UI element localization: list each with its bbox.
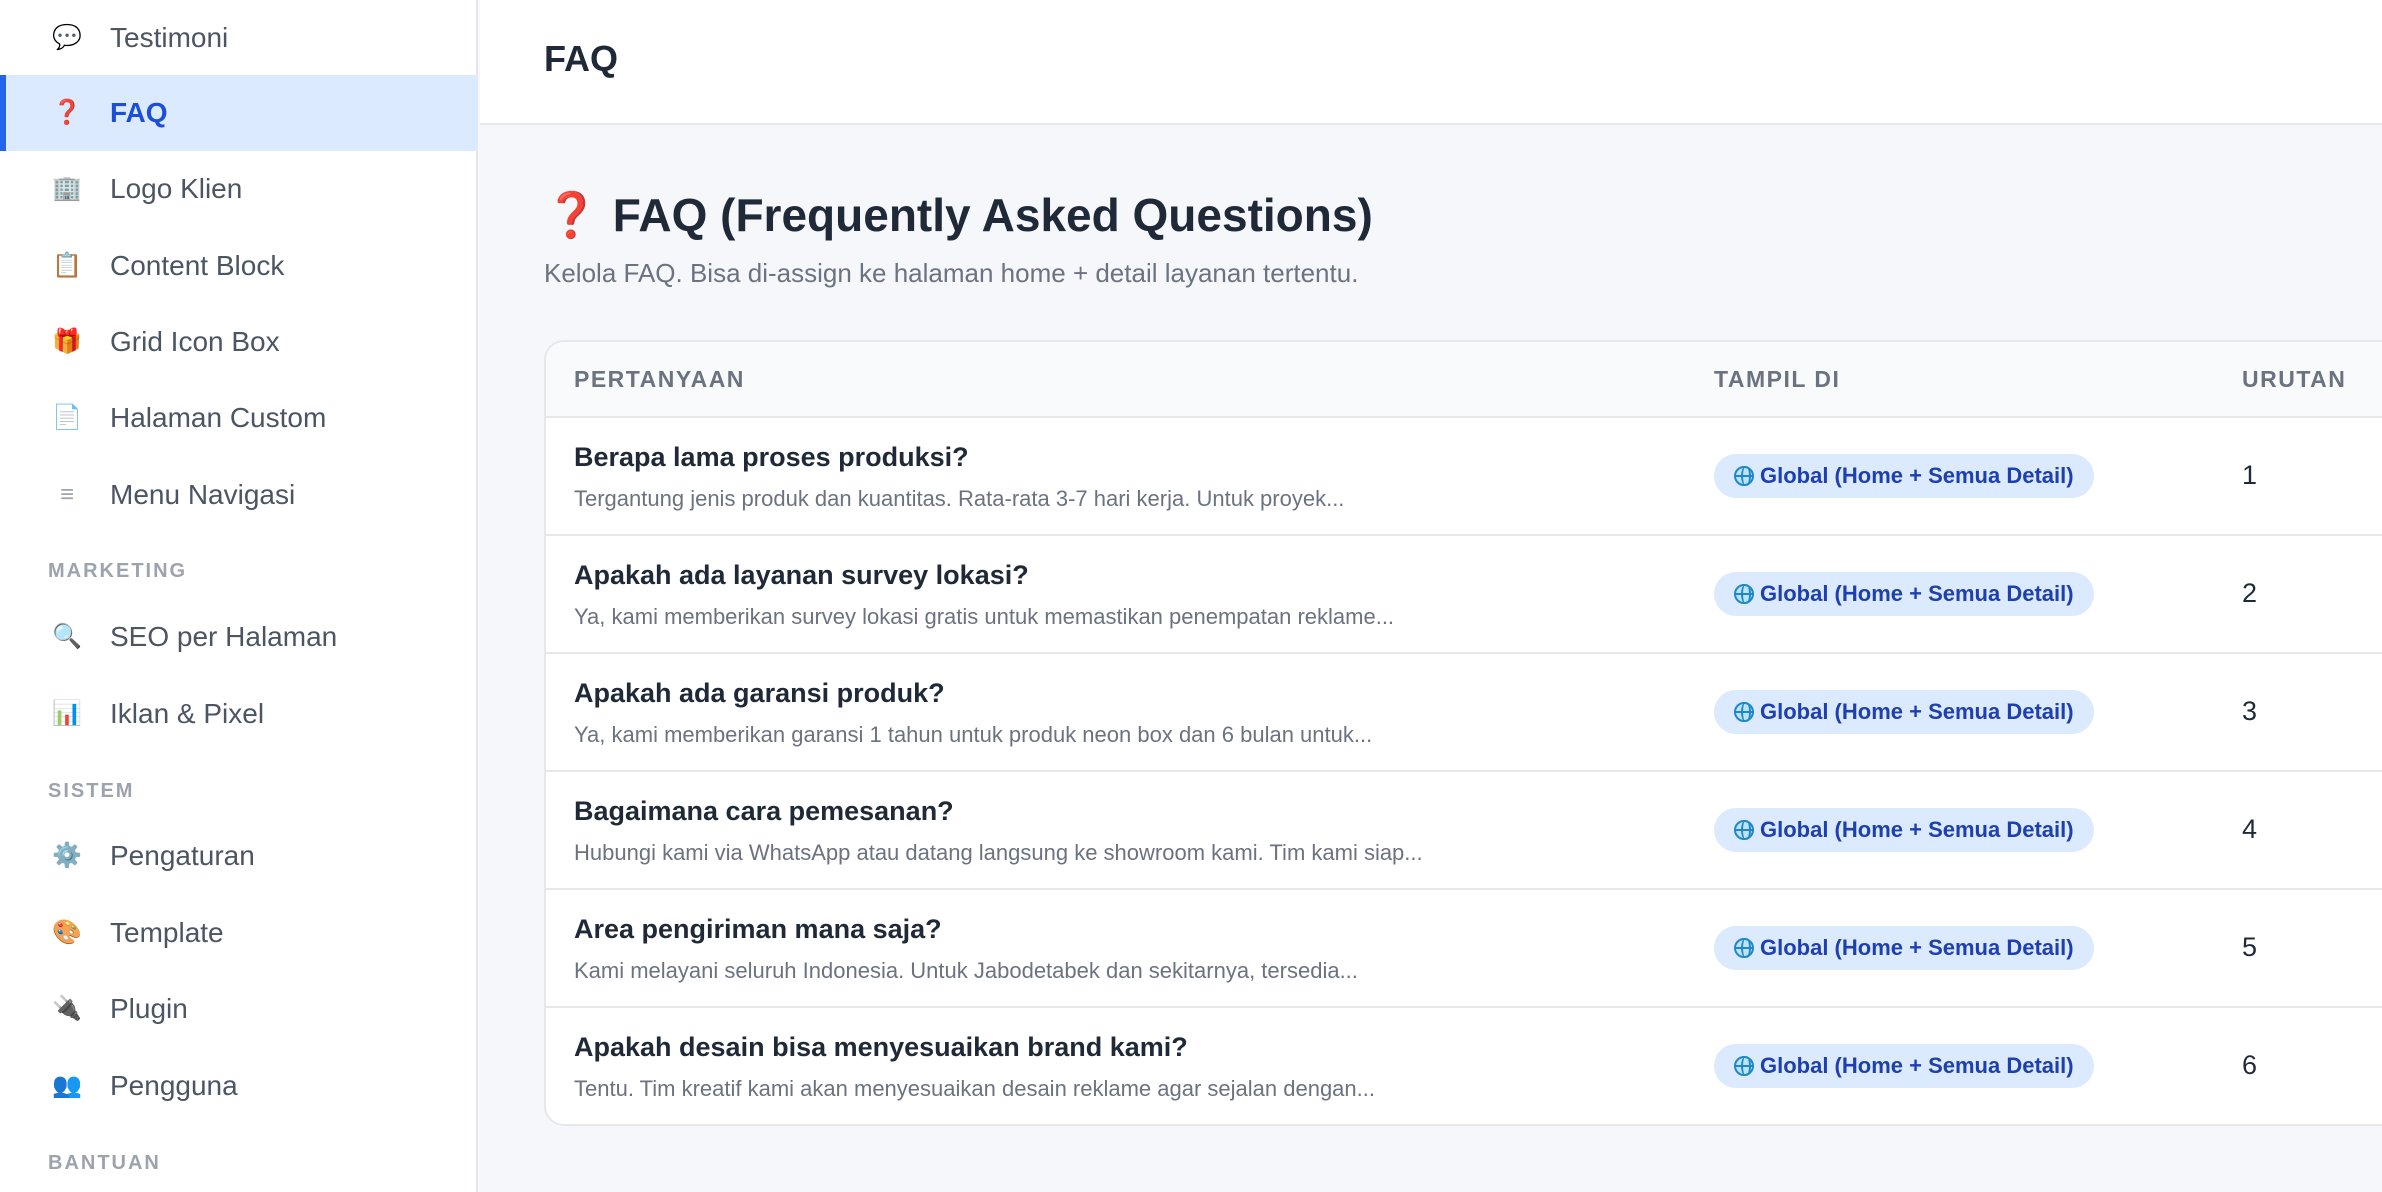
menu-lines-icon: ≡ <box>59 481 74 508</box>
order-value: 3 <box>2242 696 2258 726</box>
scope-badge-label: Global (Home + Semua Detail) <box>1760 463 2074 488</box>
scope-badge-label: Global (Home + Semua Detail) <box>1760 699 2074 724</box>
globe-icon <box>1734 820 1754 840</box>
table-row[interactable]: Area pengiriman mana saja? Kami melayani… <box>546 890 2382 1008</box>
top-bar: FAQ <box>480 0 2382 125</box>
order-value: 2 <box>2242 578 2258 608</box>
sidebar-item-pengguna[interactable]: 👥 Pengguna <box>0 1048 478 1124</box>
bar-chart-icon: 📊 <box>52 700 82 727</box>
faq-answer-preview: Tentu. Tim kreatif kami akan menyesuaika… <box>574 1076 1375 1101</box>
faq-answer-preview: Ya, kami memberikan survey lokasi gratis… <box>574 604 1395 629</box>
sidebar-item-label: Template <box>110 917 224 948</box>
table-header: PERTANYAAN TAMPIL DI URUTAN <box>546 342 2382 418</box>
faq-answer-preview: Kami melayani seluruh Indonesia. Untuk J… <box>574 958 1358 983</box>
order-value: 1 <box>2242 460 2258 490</box>
sidebar-item-content-block[interactable]: 📋 Content Block <box>0 228 478 304</box>
sidebar-item-template[interactable]: 🎨 Template <box>0 895 478 971</box>
page-title: ❓ FAQ (Frequently Asked Questions) <box>544 188 1373 242</box>
table-row[interactable]: Bagaimana cara pemesanan? Hubungi kami v… <box>546 772 2382 890</box>
sidebar-item-pengaturan[interactable]: ⚙️ Pengaturan <box>0 818 478 894</box>
faq-answer-preview: Ya, kami memberikan garansi 1 tahun untu… <box>574 722 1373 747</box>
table-row[interactable]: Apakah ada garansi produk? Ya, kami memb… <box>546 654 2382 772</box>
column-header-tampil-di[interactable]: TAMPIL DI <box>1714 366 1840 393</box>
page-title-text: FAQ (Frequently Asked Questions) <box>612 189 1373 241</box>
scope-badge: Global (Home + Semua Detail) <box>1714 926 2094 970</box>
order-value: 5 <box>2242 932 2258 962</box>
sidebar-section-bantuan: BANTUAN <box>48 1152 161 1174</box>
faq-question[interactable]: Bagaimana cara pemesanan? <box>574 796 954 827</box>
sidebar-item-grid-icon-box[interactable]: 🎁 Grid Icon Box <box>0 304 478 380</box>
globe-icon <box>1734 584 1754 604</box>
sidebar-item-label: Content Block <box>110 250 285 281</box>
sidebar-item-iklan-pixel[interactable]: 📊 Iklan & Pixel <box>0 676 478 752</box>
sidebar-item-label: SEO per Halaman <box>110 621 338 652</box>
sidebar-item-label: Grid Icon Box <box>110 326 280 357</box>
sidebar-item-testimoni[interactable]: 💬 Testimoni <box>0 0 478 76</box>
column-header-pertanyaan[interactable]: PERTANYAAN <box>574 366 745 393</box>
faq-question[interactable]: Apakah desain bisa menyesuaikan brand ka… <box>574 1032 1188 1063</box>
sidebar-item-label: Pengaturan <box>110 840 255 871</box>
faq-table: PERTANYAAN TAMPIL DI URUTAN Berapa lama … <box>544 340 2382 1126</box>
scope-badge-label: Global (Home + Semua Detail) <box>1760 817 2074 842</box>
page-icon: 📄 <box>52 404 82 431</box>
sidebar-item-label: Pengguna <box>110 1070 238 1101</box>
faq-question[interactable]: Apakah ada garansi produk? <box>574 678 945 709</box>
faq-question[interactable]: Apakah ada layanan survey lokasi? <box>574 560 1029 591</box>
gift-icon: 🎁 <box>52 328 82 355</box>
clipboard-icon: 📋 <box>52 252 82 279</box>
question-mark-icon: ❓ <box>52 99 82 126</box>
magnifier-icon: 🔍 <box>52 623 82 650</box>
table-row[interactable]: Berapa lama proses produksi? Tergantung … <box>546 418 2382 536</box>
users-icon: 👥 <box>52 1072 82 1099</box>
scope-badge: Global (Home + Semua Detail) <box>1714 690 2094 734</box>
column-header-urutan[interactable]: URUTAN <box>2242 366 2346 393</box>
faq-answer-preview: Hubungi kami via WhatsApp atau datang la… <box>574 840 1423 865</box>
table-row[interactable]: Apakah desain bisa menyesuaikan brand ka… <box>546 1008 2382 1124</box>
sidebar-section-sistem: SISTEM <box>48 780 135 802</box>
scope-badge: Global (Home + Semua Detail) <box>1714 572 2094 616</box>
sidebar-item-plugin[interactable]: 🔌 Plugin <box>0 971 478 1047</box>
sidebar: 💬 Testimoni ❓ FAQ 🏢 Logo Klien 📋 Content… <box>0 0 478 1192</box>
order-value: 4 <box>2242 814 2258 844</box>
globe-icon <box>1734 466 1754 486</box>
table-row[interactable]: Apakah ada layanan survey lokasi? Ya, ka… <box>546 536 2382 654</box>
sidebar-item-halaman-custom[interactable]: 📄 Halaman Custom <box>0 380 478 456</box>
page-subtitle: Kelola FAQ. Bisa di-assign ke halaman ho… <box>544 258 1359 288</box>
sidebar-item-label: Menu Navigasi <box>110 479 296 510</box>
header-title: FAQ <box>544 38 619 79</box>
plug-icon: 🔌 <box>52 995 82 1022</box>
scope-badge-label: Global (Home + Semua Detail) <box>1760 581 2074 606</box>
faq-question[interactable]: Berapa lama proses produksi? <box>574 442 969 473</box>
faq-answer-preview: Tergantung jenis produk dan kuantitas. R… <box>574 486 1345 511</box>
globe-icon <box>1734 1056 1754 1076</box>
question-mark-icon: ❓ <box>544 191 599 240</box>
sidebar-item-label: Halaman Custom <box>110 402 327 433</box>
sidebar-item-label: Logo Klien <box>110 173 243 204</box>
sidebar-item-logo-klien[interactable]: 🏢 Logo Klien <box>0 151 478 227</box>
globe-icon <box>1734 702 1754 722</box>
order-value: 6 <box>2242 1050 2258 1080</box>
office-building-icon: 🏢 <box>52 175 82 202</box>
scope-badge: Global (Home + Semua Detail) <box>1714 808 2094 852</box>
sidebar-item-label: Iklan & Pixel <box>110 698 265 729</box>
scope-badge: Global (Home + Semua Detail) <box>1714 1044 2094 1088</box>
faq-question[interactable]: Area pengiriman mana saja? <box>574 914 942 945</box>
sidebar-item-menu-navigasi[interactable]: ≡ Menu Navigasi <box>0 457 478 533</box>
scope-badge: Global (Home + Semua Detail) <box>1714 454 2094 498</box>
scope-badge-label: Global (Home + Semua Detail) <box>1760 1053 2074 1078</box>
sidebar-item-label: Plugin <box>110 993 188 1024</box>
sidebar-item-faq[interactable]: ❓ FAQ <box>0 75 478 151</box>
scope-badge-label: Global (Home + Semua Detail) <box>1760 935 2074 960</box>
globe-icon <box>1734 938 1754 958</box>
sidebar-item-label: Testimoni <box>110 22 229 53</box>
sidebar-section-marketing: MARKETING <box>48 560 188 582</box>
sidebar-item-seo-per-halaman[interactable]: 🔍 SEO per Halaman <box>0 599 478 675</box>
sidebar-item-label: FAQ <box>110 97 168 128</box>
palette-icon: 🎨 <box>52 919 82 946</box>
speech-bubble-icon: 💬 <box>52 24 82 51</box>
gear-icon: ⚙️ <box>52 842 82 869</box>
